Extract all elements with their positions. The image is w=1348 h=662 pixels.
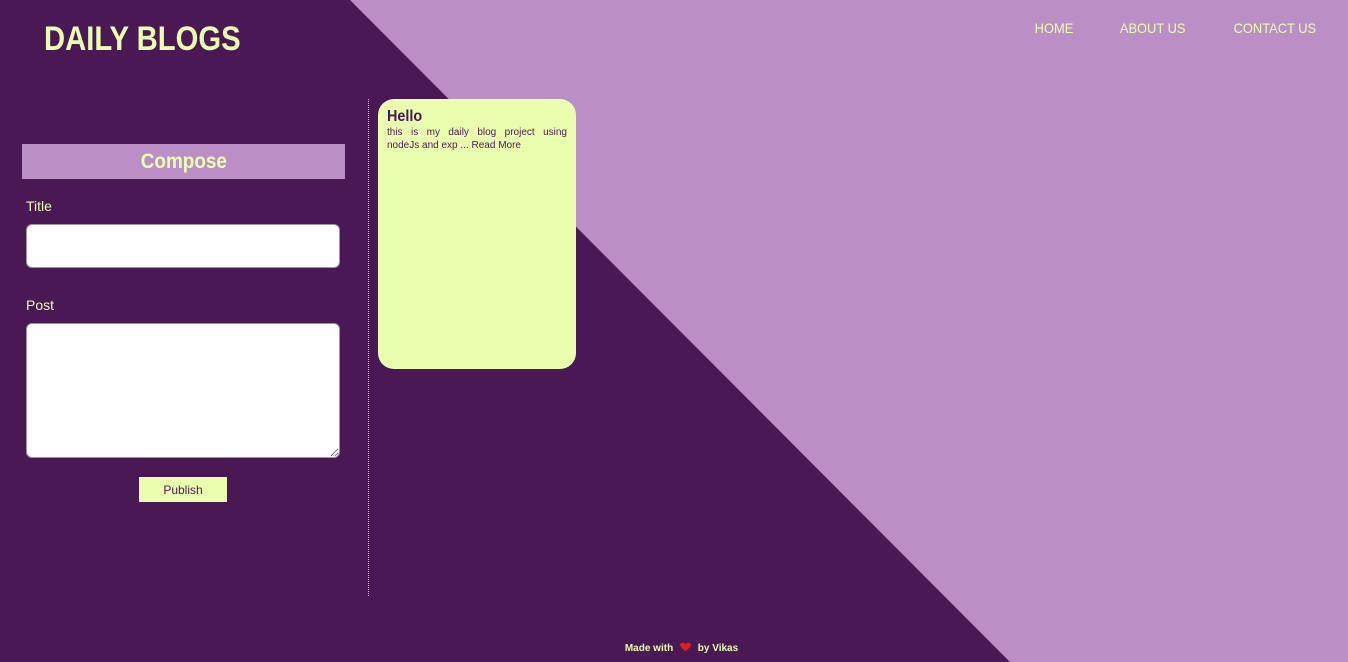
top-nav: HOME ABOUT US CONTACT US (991, 20, 1320, 36)
heart-icon (680, 642, 691, 655)
post-label: Post (26, 297, 55, 313)
title-input[interactable] (26, 224, 340, 268)
post-excerpt: this is my daily blog project using node… (387, 126, 567, 152)
compose-heading: Compose (22, 144, 345, 179)
nav-contact-us[interactable]: CONTACT US (1234, 20, 1317, 36)
footer-author: by Vikas (697, 643, 739, 655)
publish-button[interactable]: Publish (139, 477, 227, 502)
nav-about-us[interactable]: ABOUT US (1120, 20, 1186, 36)
post-textarea[interactable] (26, 323, 340, 458)
post-title: Hello (387, 108, 423, 125)
post-card: Hello this is my daily blog project usin… (378, 99, 576, 369)
read-more-link[interactable]: Read More (472, 140, 521, 151)
compose-heading-text: Compose (140, 150, 227, 173)
title-label: Title (26, 198, 52, 214)
nav-home[interactable]: HOME (1035, 20, 1074, 36)
compose-panel: Compose Title Post Publish (22, 144, 345, 502)
site-footer: Made with by Vikas (0, 642, 1348, 655)
site-logo-title[interactable]: DAILY BLOGS (44, 20, 241, 59)
column-divider (368, 99, 369, 596)
footer-made-with: Made with (624, 643, 674, 655)
